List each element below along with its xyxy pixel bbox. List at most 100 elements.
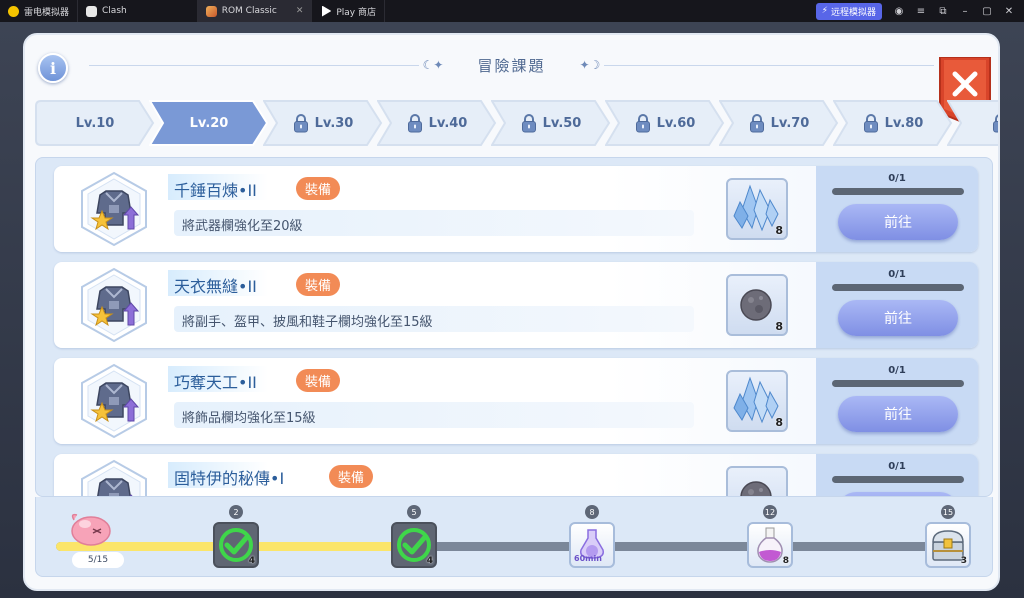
quest-description: 將武器欄強化至20級 <box>182 219 303 234</box>
quest-reward-slot[interactable]: 8 <box>726 274 788 336</box>
milestone-reward-slot[interactable]: 4 <box>213 522 259 568</box>
moon-ornament-icon: ✦☽ <box>579 58 601 72</box>
speedup-potion-icon <box>571 524 613 570</box>
quest-name: 巧奪天工•II <box>174 373 257 392</box>
quest-reward-slot[interactable] <box>726 466 788 496</box>
lock-icon <box>992 113 998 133</box>
quest-description: 將副手、盔甲、披風和鞋子欄均強化至15級 <box>182 315 433 330</box>
moon-ornament-icon: ☾✦ <box>422 58 444 72</box>
quest-list: 千錘百煉•II 裝備 將武器欄強化至20級 8 0/1 前往 天衣無縫•II 裝備 將副手、盔甲… <box>35 157 993 497</box>
level-tab-3[interactable]: Lv.30 <box>263 100 383 146</box>
level-tab-label: Lv.70 <box>770 115 810 131</box>
close-window-icon[interactable]: ✕ <box>1004 6 1014 17</box>
milestone-reward[interactable]: 54 <box>389 497 439 568</box>
lightning-icon: ⚡ <box>821 6 828 16</box>
reward-quantity: 8 <box>775 224 783 237</box>
milestone-reward[interactable]: 24 <box>211 497 261 568</box>
level-tab-label: Lv.20 <box>189 115 229 131</box>
level-tab-label: Lv.80 <box>884 115 924 131</box>
reward-quantity: 8 <box>782 556 789 566</box>
quest-name: 固特伊的秘傳•I <box>174 469 285 488</box>
lock-icon <box>863 113 879 133</box>
panel-title: 冒險課題 <box>477 56 546 75</box>
account-icon[interactable]: ◉ <box>894 6 904 17</box>
level-tab-bar: Lv.10 Lv.20 Lv.30 Lv.40 Lv.50 Lv.60 Lv.70 Lv.80… <box>35 100 998 146</box>
clash-icon <box>86 5 98 17</box>
progress-count: 5/15 <box>72 552 124 568</box>
reward-quantity: 8 <box>775 320 783 333</box>
armor-emblem-icon <box>76 171 152 247</box>
poring-mascot-icon <box>71 513 111 546</box>
play-store-icon <box>322 5 332 17</box>
adventure-quest-panel: i ☾✦ 冒險課題 ✦☽ Lv.10 Lv.20 Lv.30 Lv.40 Lv.50 Lv… <box>23 33 1000 591</box>
quest-card: 巧奪天工•II 裝備將飾品欄均強化至15級 8 0/1 前往 <box>54 358 978 444</box>
go-button[interactable]: 前往 <box>838 204 958 240</box>
tab-rom-classic[interactable]: ROM Classic ✕ <box>197 0 313 22</box>
tab-label: ROM Classic <box>221 6 277 16</box>
level-tab-6[interactable]: Lv.60 <box>605 100 725 146</box>
reward-progress-bar: 5/15 2 4 5 4 8 60min 12 8 15 3 <box>35 497 993 577</box>
milestone-reward[interactable]: 15 3 <box>923 497 973 568</box>
tab-label: Clash <box>102 6 127 16</box>
divider <box>88 64 419 66</box>
duration-label: 60min <box>574 554 602 563</box>
milestone-threshold: 12 <box>763 505 777 519</box>
quest-reward-slot[interactable]: 8 <box>726 178 788 240</box>
milestone-reward[interactable]: 12 8 <box>745 497 795 568</box>
quest-card: 固特伊的秘傳•I 裝備 0/1前往 <box>54 454 978 496</box>
quest-action-panel: 0/1 前往 <box>816 262 978 348</box>
panel-header: ☾✦ 冒險課題 ✦☽ <box>25 51 998 79</box>
quest-progress-bar <box>832 476 964 483</box>
level-tab-9[interactable]: L <box>947 100 998 146</box>
reward-quantity: 3 <box>960 556 967 566</box>
emulator-title-bar: 雷电模拟器 Clash ROM Classic ✕ Play 商店 ⚡ 远程模拟… <box>0 0 1024 22</box>
quest-name: 千錘百煉•II <box>174 181 257 200</box>
level-tab-4[interactable]: Lv.40 <box>377 100 497 146</box>
close-tab-icon[interactable]: ✕ <box>296 6 304 16</box>
level-tab-2[interactable]: Lv.20 <box>149 100 269 146</box>
tab-label: Play 商店 <box>336 7 376 18</box>
menu-icon[interactable]: ≡ <box>916 6 926 17</box>
quest-category-tag: 裝備 <box>296 369 341 392</box>
milestone-reward[interactable]: 8 60min <box>567 497 617 568</box>
quest-action-panel: 0/1 前往 <box>816 166 978 252</box>
level-tab-5[interactable]: Lv.50 <box>491 100 611 146</box>
armor-emblem-icon <box>76 363 152 439</box>
tab-play-store[interactable]: Play 商店 <box>312 0 385 22</box>
quest-progress-text: 0/1 <box>888 365 906 376</box>
level-tab-label: Lv.30 <box>314 115 354 131</box>
milestone-reward-slot[interactable]: 8 <box>747 522 793 568</box>
collapse-icon[interactable]: ⧉ <box>938 6 948 17</box>
remote-emulator-button[interactable]: ⚡ 远程模拟器 <box>815 2 882 20</box>
quest-card: 天衣無縫•II 裝備將副手、盔甲、披風和鞋子欄均強化至15級 8 0/1 前往 <box>54 262 978 348</box>
go-button[interactable]: 前往 <box>838 300 958 336</box>
minimize-icon[interactable]: – <box>960 6 970 17</box>
quest-progress-text: 0/1 <box>888 269 906 280</box>
quest-reward-slot[interactable]: 8 <box>726 370 788 432</box>
lock-icon <box>521 113 537 133</box>
rom-classic-icon <box>205 5 217 17</box>
level-tab-1[interactable]: Lv.10 <box>35 100 155 146</box>
tab-clash[interactable]: Clash <box>78 0 198 22</box>
quest-action-panel: 0/1前往 <box>816 454 978 496</box>
quest-progress-text: 0/1 <box>888 173 906 184</box>
quest-progress-bar <box>832 284 964 291</box>
milestone-reward-slot[interactable]: 3 <box>925 522 971 568</box>
quest-name: 天衣無縫•II <box>174 277 257 296</box>
level-tab-8[interactable]: Lv.80 <box>833 100 953 146</box>
milestone-threshold: 8 <box>585 505 599 519</box>
tab-ldplayer[interactable]: 雷电模拟器 <box>0 0 79 22</box>
go-button[interactable]: 前往 <box>838 396 958 432</box>
reward-quantity: 8 <box>775 416 783 429</box>
maximize-icon[interactable]: ▢ <box>982 6 992 17</box>
quest-description: 將飾品欄均強化至15級 <box>182 411 316 426</box>
milestone-threshold: 2 <box>229 505 243 519</box>
lock-icon <box>293 113 309 133</box>
quest-category-tag: 裝備 <box>296 273 341 296</box>
level-tab-7[interactable]: Lv.70 <box>719 100 839 146</box>
quest-card: 千錘百煉•II 裝備 將武器欄強化至20級 8 0/1 前往 <box>54 166 978 252</box>
milestone-reward-slot[interactable]: 4 <box>391 522 437 568</box>
reward-quantity: 4 <box>426 556 433 566</box>
ore-icon <box>728 468 786 496</box>
milestone-reward-slot[interactable]: 60min <box>569 522 615 568</box>
